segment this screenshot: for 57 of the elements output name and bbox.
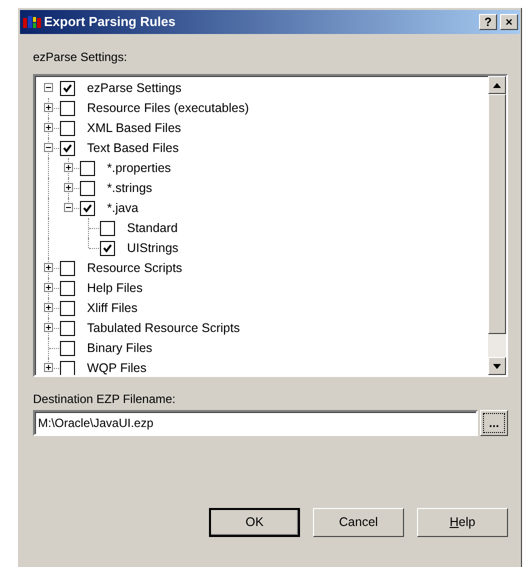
collapse-button[interactable] <box>64 203 73 212</box>
expand-button[interactable] <box>64 183 73 192</box>
tree-item-label[interactable]: ezParse Settings <box>87 78 182 98</box>
checkbox[interactable] <box>60 280 75 296</box>
scroll-down-icon[interactable] <box>488 357 506 375</box>
dialog-button[interactable]: Help <box>417 508 508 537</box>
filename-field[interactable]: M:\Oracle\JavaUI.ezp <box>33 410 478 436</box>
destination-label: Destination EZP Filename: <box>33 391 177 408</box>
scrollbar[interactable] <box>488 76 506 375</box>
tree-item-label[interactable]: Text Based Files <box>87 138 179 158</box>
scroll-thumb[interactable] <box>488 94 506 334</box>
tree-item-label[interactable]: *.properties <box>107 158 171 178</box>
expand-button[interactable] <box>64 163 73 172</box>
expand-button[interactable] <box>44 263 53 272</box>
close-button[interactable]: × <box>500 14 518 30</box>
expand-button[interactable] <box>44 283 53 292</box>
tree-item-label[interactable]: Xliff Files <box>87 298 138 318</box>
tree-item-label[interactable]: UIStrings <box>127 238 178 258</box>
checkbox[interactable] <box>60 260 75 276</box>
expand-button[interactable] <box>44 323 53 332</box>
checkbox[interactable] <box>60 300 75 316</box>
tree-item-label[interactable]: Standard <box>127 218 178 238</box>
expand-button[interactable] <box>44 303 53 312</box>
settings-label: ezParse Settings: <box>33 49 128 66</box>
checkbox[interactable] <box>100 240 115 256</box>
checkbox[interactable] <box>60 360 75 375</box>
tree-item-label[interactable]: XML Based Files <box>87 118 182 138</box>
tree-item-label[interactable]: Binary Files <box>87 338 152 358</box>
checkbox[interactable] <box>60 100 75 116</box>
checkbox[interactable] <box>60 340 75 356</box>
collapse-button[interactable] <box>44 83 53 92</box>
checkbox[interactable] <box>80 160 95 176</box>
checkbox[interactable] <box>80 180 95 196</box>
scroll-up-icon[interactable] <box>488 76 506 94</box>
tree-item-label[interactable]: Tabulated Resource Scripts <box>87 318 240 338</box>
checkbox[interactable] <box>60 320 75 336</box>
tree-item-label[interactable]: Resource Files (executables) <box>87 98 249 118</box>
tree-item-label[interactable]: *.java <box>107 198 138 218</box>
browse-button[interactable]: ... <box>480 410 508 436</box>
expand-button[interactable] <box>44 363 53 372</box>
checkbox[interactable] <box>80 200 95 216</box>
expand-button[interactable] <box>44 103 53 112</box>
help-button[interactable]: ? <box>479 14 497 30</box>
tree-item-label[interactable]: *.strings <box>107 178 152 198</box>
window-title: Export Parsing Rules <box>44 13 176 32</box>
app-icon <box>23 15 41 29</box>
tree-item-label[interactable]: WQP Files <box>87 358 146 375</box>
expand-button[interactable] <box>44 123 53 132</box>
collapse-button[interactable] <box>44 143 53 152</box>
checkbox[interactable] <box>100 220 115 236</box>
tree-item-label[interactable]: Resource Scripts <box>87 258 182 278</box>
checkbox[interactable] <box>60 80 75 96</box>
checkbox[interactable] <box>60 140 75 156</box>
dialog-button[interactable]: Cancel <box>313 508 404 537</box>
dialog-button[interactable]: OK <box>209 508 300 537</box>
tree-item-label[interactable]: Help Files <box>87 278 143 298</box>
checkbox[interactable] <box>60 120 75 136</box>
